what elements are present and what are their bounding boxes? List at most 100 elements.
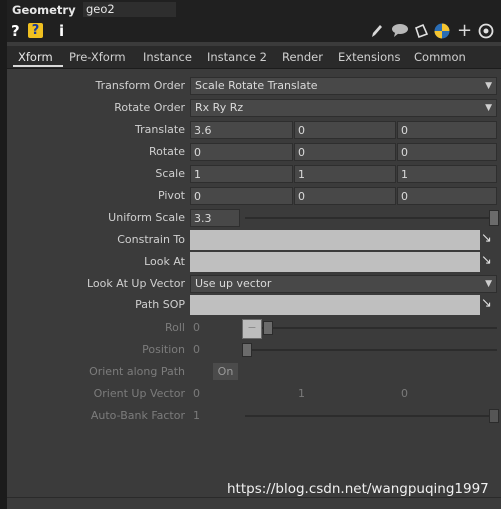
active-tab-indicator [13,65,63,67]
orient-along-path-toggle: On [213,363,238,380]
roll-slider-thumb [263,321,273,335]
param-orient-up-vector: Orient Up Vector 0 1 0 [7,384,501,404]
param-label: Uniform Scale [108,211,185,224]
param-scale: Scale 1 1 1 [7,164,501,184]
help-icon[interactable]: ? [11,22,20,40]
param-rotate: Rotate 0 0 0 [7,142,501,162]
orient-up-y-value: 1 [298,387,305,400]
chevron-down-icon: ▼ [485,103,492,113]
reference-arrow-icon[interactable]: ↘ [481,253,492,268]
param-label: Look At Up Vector [87,277,185,290]
param-constrain-to: Constrain To ↘ [7,230,501,250]
param-label: Pivot [157,189,185,202]
uniform-scale-slider-handle[interactable] [489,210,499,226]
param-auto-bank-factor: Auto-Bank Factor 1 [7,406,501,426]
constrain-to-field[interactable] [190,230,480,250]
uniform-scale-slider-track[interactable] [245,217,497,219]
menu-value: Rx Ry Rz [195,101,244,114]
param-label: Auto-Bank Factor [90,409,185,422]
help-box-icon[interactable]: ? [28,23,43,38]
rotate-x-field[interactable]: 0 [190,143,293,161]
pencil-icon[interactable] [370,23,384,43]
position-value: 0 [193,343,200,356]
toolbar: ? ? i + [7,20,501,42]
operator-name-field[interactable]: geo2 [83,2,176,17]
transform-order-menu[interactable]: Scale Rotate Translate ▼ [190,77,497,95]
tab-xform[interactable]: Xform [18,50,53,64]
divider [7,497,501,498]
param-label: Position [142,343,185,356]
operator-type: Geometry [12,3,76,17]
path-sop-field[interactable] [190,295,480,315]
left-edge [0,0,7,509]
watermark-text: https://blog.csdn.net/wangpuqing1997 [227,481,489,497]
look-at-up-vector-menu[interactable]: Use up vector ▼ [190,275,497,293]
param-position: Position 0 [7,340,501,360]
pivot-x-field[interactable]: 0 [190,187,293,205]
tab-render[interactable]: Render [282,50,323,64]
param-label: Rotate Order [114,101,185,114]
param-label: Orient Up Vector [93,387,185,400]
menu-value: Use up vector [195,277,272,290]
rotate-y-field[interactable]: 0 [294,143,396,161]
parameter-panel: Geometry geo2 ? ? i + Xform Pre-Xform In… [7,0,501,509]
target-icon[interactable] [478,23,494,43]
chevron-down-icon: ▼ [485,279,492,289]
comment-icon[interactable] [391,23,409,41]
param-label: Constrain To [117,233,185,246]
param-label: Look At [144,255,185,268]
orient-up-x-value: 0 [193,387,200,400]
param-pivot: Pivot 0 0 0 [7,186,501,206]
roll-value: 0 [193,321,200,334]
chevron-down-icon: ▼ [485,81,492,91]
scale-x-field[interactable]: 1 [190,165,293,183]
roll-slider-handle: − [242,319,262,339]
translate-z-field[interactable]: 0 [397,121,497,139]
rotate-order-menu[interactable]: Rx Ry Rz ▼ [190,99,497,117]
orient-up-z-value: 0 [401,387,408,400]
tab-instance-2[interactable]: Instance 2 [207,50,267,64]
param-transform-order: Transform Order Scale Rotate Translate ▼ [7,76,501,96]
param-label: Scale [155,167,185,180]
param-look-at-up-vector: Look At Up Vector Use up vector ▼ [7,274,501,294]
position-slider-track [245,349,497,351]
roll-slider-track [245,327,497,329]
param-label: Path SOP [135,298,185,311]
reference-arrow-icon[interactable]: ↘ [481,296,492,311]
look-at-field[interactable] [190,252,480,272]
param-path-sop: Path SOP ↘ [7,295,501,315]
position-slider-handle [242,343,252,357]
scale-z-field[interactable]: 1 [397,165,497,183]
param-label: Rotate [148,145,185,158]
pivot-y-field[interactable]: 0 [294,187,396,205]
tab-extensions[interactable]: Extensions [338,50,400,64]
param-label: Roll [165,321,185,334]
rotate-z-field[interactable]: 0 [397,143,497,161]
tab-common[interactable]: Common [414,50,466,64]
param-label: Translate [135,123,185,136]
param-uniform-scale: Uniform Scale 3.3 [7,208,501,228]
auto-bank-slider-handle [489,409,499,423]
uniform-scale-field[interactable]: 3.3 [190,209,240,227]
param-translate: Translate 3.6 0 0 [7,120,501,140]
reference-arrow-icon[interactable]: ↘ [481,231,492,246]
translate-y-field[interactable]: 0 [294,121,396,139]
python-icon[interactable] [434,23,450,43]
auto-bank-slider-track [245,415,497,417]
info-icon[interactable]: i [59,22,64,40]
param-roll: Roll 0 − [7,318,501,339]
bookmark-icon[interactable] [413,23,429,43]
tab-bar: Xform Pre-Xform Instance Instance 2 Rend… [7,46,501,69]
menu-value: Scale Rotate Translate [195,79,318,92]
tab-instance[interactable]: Instance [143,50,192,64]
auto-bank-value: 1 [193,409,200,422]
param-rotate-order: Rotate Order Rx Ry Rz ▼ [7,98,501,118]
param-label: Transform Order [95,79,185,92]
tab-pre-xform[interactable]: Pre-Xform [69,50,126,64]
translate-x-field[interactable]: 3.6 [190,121,293,139]
plus-icon[interactable]: + [457,20,472,41]
param-look-at: Look At ↘ [7,252,501,272]
scale-y-field[interactable]: 1 [294,165,396,183]
param-orient-along-path: Orient along Path On [7,362,501,382]
pivot-z-field[interactable]: 0 [397,187,497,205]
